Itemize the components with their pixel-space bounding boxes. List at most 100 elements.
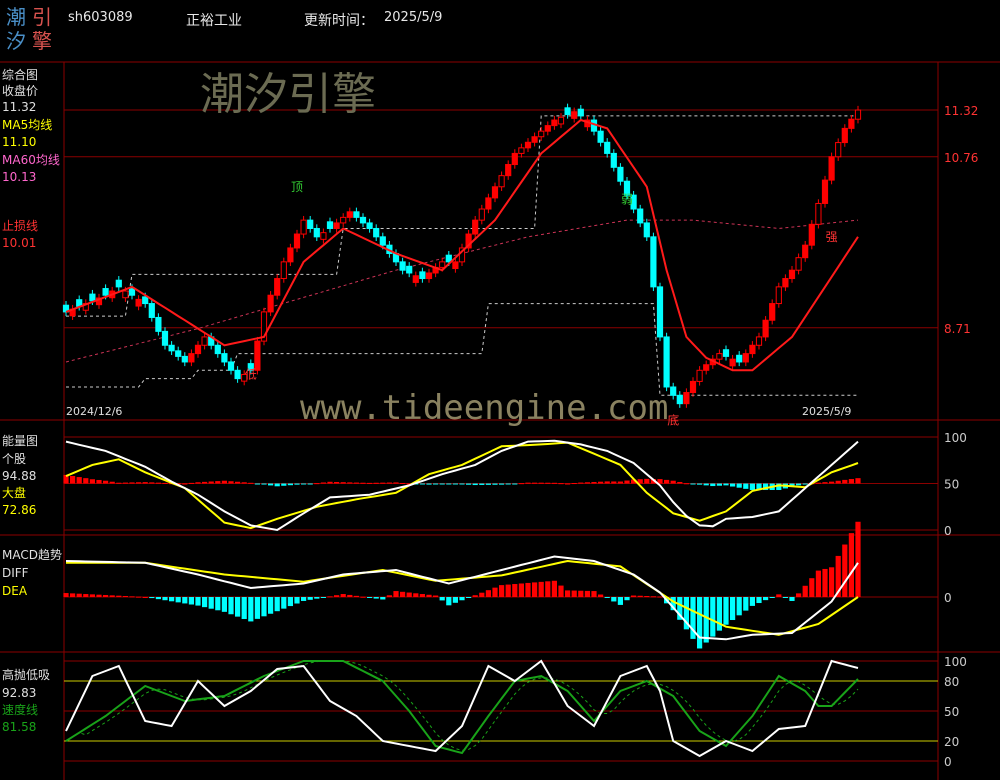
macd-bar (505, 584, 511, 597)
candle-body (538, 130, 545, 138)
energy-bar (380, 482, 386, 484)
energy-bar (611, 481, 617, 484)
candle-body (650, 236, 657, 288)
macd-bar (360, 596, 366, 598)
macd-bar (103, 595, 109, 597)
macd-bar (578, 590, 584, 597)
energy-bar (532, 482, 538, 484)
energy-bar (433, 483, 439, 485)
macd-bar (129, 596, 135, 598)
candle-body (676, 394, 683, 405)
macd-bar (518, 583, 524, 597)
macd-bar (716, 597, 722, 631)
energy-bar (89, 479, 95, 484)
macd-bar (393, 591, 399, 597)
candle-body (755, 336, 763, 346)
energy-bar (492, 483, 498, 485)
energy-bar (644, 478, 650, 484)
macd-bar (241, 597, 247, 620)
candle-body (848, 118, 855, 129)
candle-body (373, 227, 380, 238)
energy-bar (182, 483, 188, 485)
macd-bar (261, 597, 267, 617)
url-watermark: www.tideengine.com (300, 388, 669, 428)
candle-body (683, 392, 690, 405)
channel-upper-line (66, 115, 858, 317)
energy-bar (162, 482, 168, 484)
energy-bar (518, 483, 524, 485)
candle-body (749, 344, 756, 355)
macd-bar (70, 593, 76, 597)
macd-bar (525, 582, 531, 597)
macd-bar (433, 595, 439, 597)
candle-body (425, 272, 433, 280)
macd-bar (188, 597, 194, 605)
energy-bar (848, 479, 854, 484)
candle-body (161, 330, 169, 346)
macd-bar (624, 597, 630, 601)
macd-bar (380, 597, 386, 600)
ma5-value: 11.10 (2, 135, 37, 149)
ma60-label: MA60均线 (2, 153, 60, 167)
energy-bar (749, 483, 755, 491)
macd-bar (221, 597, 227, 612)
macd-bar (710, 597, 716, 637)
energy-bar (743, 483, 749, 489)
energy-bar (301, 483, 307, 485)
candle-body (359, 216, 367, 224)
absorb-line (65, 659, 859, 758)
candle-body (564, 107, 571, 115)
candle-body (551, 119, 558, 127)
macd-bar (756, 597, 762, 604)
energy-bar (815, 482, 821, 484)
absorb-tick-label: 50 (944, 705, 959, 719)
energy-bar (598, 481, 604, 484)
candle-body (333, 222, 340, 229)
absorb-tick-label: 100 (944, 655, 967, 669)
candle-body (775, 286, 782, 305)
energy-bar (70, 475, 76, 484)
energy-stock-value: 94.88 (2, 469, 37, 483)
candle-body (808, 223, 815, 246)
candle-body (491, 186, 499, 199)
candle-body (406, 265, 413, 274)
marker-bottom: 底 (667, 413, 679, 428)
ma60-line (65, 219, 859, 363)
absorb-value: 92.83 (2, 686, 37, 700)
main-title: 综合图 (2, 68, 39, 82)
energy-bar (459, 483, 465, 485)
macd-bar (459, 597, 465, 601)
candle-body (821, 179, 829, 204)
diff-label: DIFF (2, 566, 29, 580)
candle-body (788, 269, 796, 280)
candle-body (577, 108, 584, 117)
candle-body (854, 109, 862, 120)
macd-bar (307, 597, 313, 600)
absorb-tick-label: 80 (944, 675, 959, 689)
candle-body (115, 279, 122, 288)
candle-body (412, 275, 419, 283)
energy-bar (525, 482, 531, 484)
energy-bar (287, 483, 293, 486)
candle-body (531, 136, 538, 143)
macd-bar (162, 597, 168, 601)
candle-body (214, 344, 221, 355)
marker-strong: 强 (826, 230, 838, 244)
macd-bar (591, 591, 597, 597)
candle-body (274, 278, 281, 296)
candle-body (227, 361, 235, 371)
candle-body (102, 288, 109, 296)
stop-value: 10.01 (2, 236, 37, 250)
candle-body (736, 354, 743, 363)
macd-bar (611, 597, 617, 602)
candle-body (379, 236, 386, 246)
candle-body (181, 355, 188, 363)
macd-bar (109, 595, 115, 597)
absorb-title: 高抛低吸 (2, 668, 51, 682)
energy-bar (122, 482, 128, 484)
energy-bar (485, 483, 491, 485)
candle-body (307, 219, 314, 229)
candle-body (168, 344, 175, 352)
speed-value: 81.58 (2, 720, 37, 734)
candle-body (280, 261, 287, 280)
